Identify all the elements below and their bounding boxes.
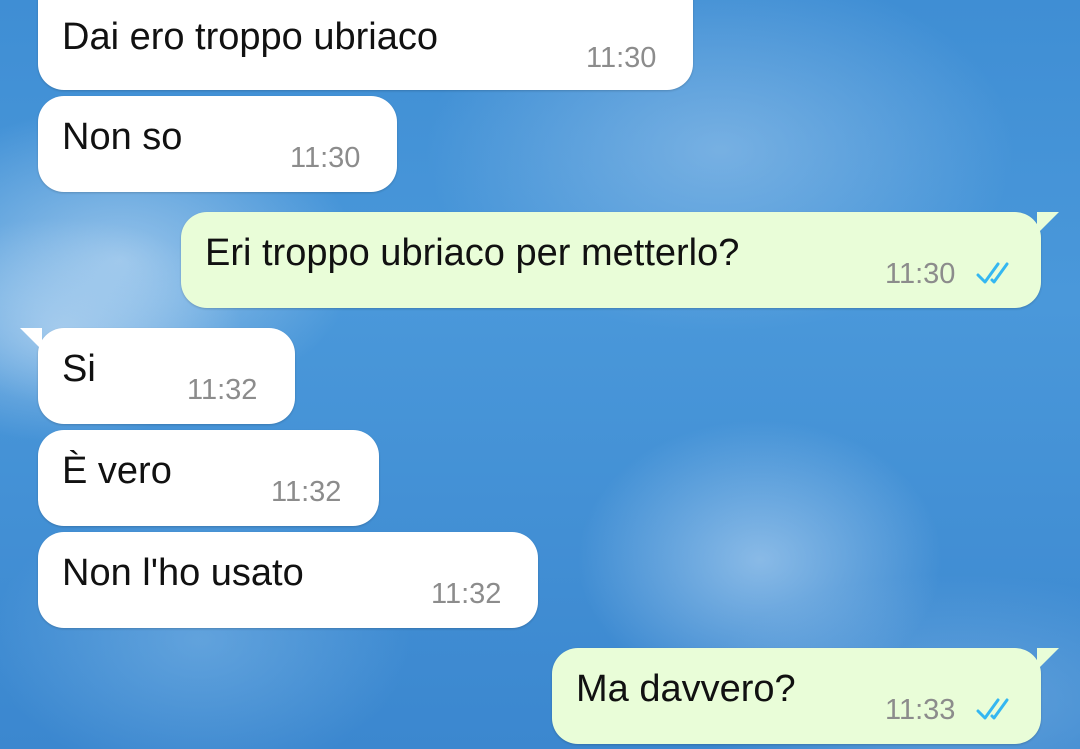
message-bubble-incoming[interactable]: Non so 11:30 bbox=[38, 96, 397, 192]
message-timestamp: 11:32 bbox=[431, 578, 502, 610]
message-bubble-incoming[interactable]: È vero 11:32 bbox=[38, 430, 379, 526]
message-text: Dai ero troppo ubriaco bbox=[62, 16, 438, 58]
message-text: Non l'ho usato bbox=[62, 552, 304, 594]
message-timestamp: 11:30 bbox=[586, 42, 657, 74]
message-bubble-incoming[interactable]: Dai ero troppo ubriaco 11:30 bbox=[38, 0, 693, 90]
double-check-icon bbox=[976, 698, 1009, 720]
message-bubble-incoming[interactable]: Non l'ho usato 11:32 bbox=[38, 532, 538, 628]
message-timestamp: 11:30 bbox=[885, 258, 956, 290]
message-text: Eri troppo ubriaco per metterlo? bbox=[205, 232, 740, 274]
message-bubble-outgoing[interactable]: Eri troppo ubriaco per metterlo? 11:30 bbox=[181, 212, 1059, 308]
message-text: Si bbox=[62, 348, 96, 390]
message-bubble-incoming[interactable]: Si 11:32 bbox=[20, 328, 295, 424]
bubble-tail bbox=[20, 328, 42, 350]
message-timestamp: 11:32 bbox=[271, 476, 342, 508]
message-bubble-outgoing[interactable]: Ma davvero? 11:33 bbox=[552, 648, 1059, 744]
bubble-tail bbox=[1037, 212, 1059, 234]
message-text: È vero bbox=[62, 450, 172, 492]
message-timestamp: 11:33 bbox=[885, 694, 956, 726]
message-text: Non so bbox=[62, 116, 183, 158]
message-text: Ma davvero? bbox=[576, 668, 796, 710]
bubble-tail bbox=[1037, 648, 1059, 670]
double-check-icon bbox=[976, 262, 1009, 284]
message-timestamp: 11:32 bbox=[187, 374, 258, 406]
message-timestamp: 11:30 bbox=[290, 142, 361, 174]
